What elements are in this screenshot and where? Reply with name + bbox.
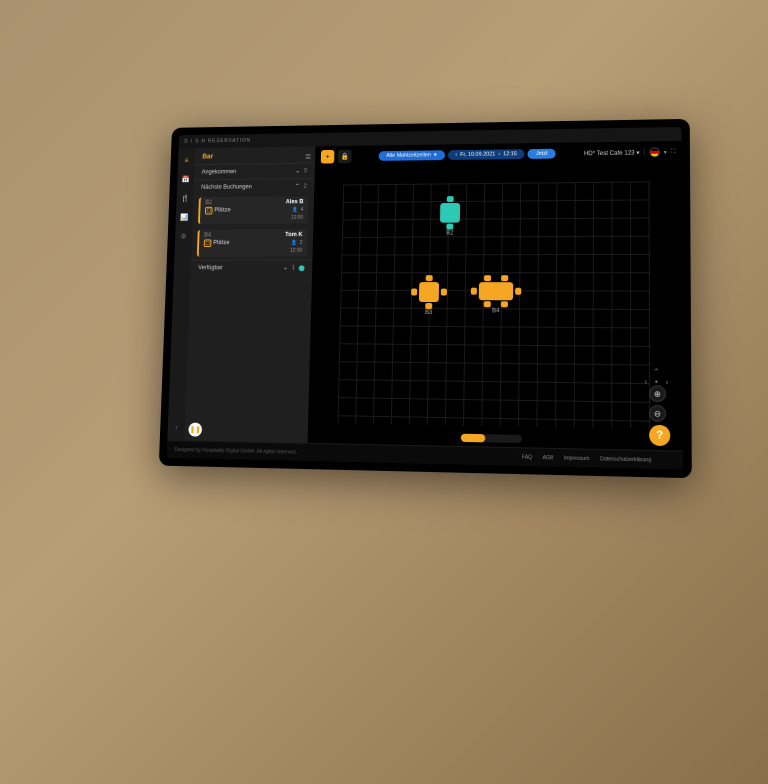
chevron-right-icon: ›: [498, 151, 500, 157]
upcoming-count: 2: [303, 183, 306, 189]
reservation-time: 12:00: [291, 215, 303, 221]
footer-link-impressum[interactable]: Impressum: [564, 455, 590, 462]
reservation-name: Tom K: [285, 232, 303, 238]
seats-label: Plätze: [213, 240, 230, 246]
app-screen: D I S H RESERVATION ≡ 📅 🍴 📊 ⚙ ‹ ≣ Bar An…: [167, 127, 684, 470]
seats-label: Plätze: [214, 208, 230, 214]
chevron-down-icon: ⌄: [283, 264, 288, 271]
footer-link-privacy[interactable]: Datenschutzerklärung: [600, 456, 651, 463]
sidebar-section-arrived[interactable]: Angekommen ⌄ 0: [194, 163, 315, 180]
available-count: 1: [292, 265, 295, 271]
footer-link-agb[interactable]: AGB: [542, 454, 553, 460]
arrived-label: Angekommen: [202, 169, 237, 175]
reservation-card[interactable]: B4 Tom K ▢ Plätze 👤 2 12:30: [197, 229, 308, 256]
rail-item-home[interactable]: ≡: [182, 156, 192, 166]
caret-icon: ▾: [434, 152, 437, 158]
zoom-controls: ⊕ ⊖ ?: [649, 385, 670, 446]
rail-item-calendar[interactable]: 📅: [181, 175, 191, 185]
table-label: B2: [446, 231, 453, 237]
sidebar-section-upcoming[interactable]: Nächste Buchungen ⌃ 2: [193, 178, 314, 195]
meal-filter-label: Alle Mahlzeitzeiten: [386, 152, 431, 158]
copyright: Designed by Hospitality Digital GmbH. Al…: [174, 447, 296, 456]
chevron-up-icon: ⌃: [295, 183, 300, 190]
reservation-card[interactable]: B2 Alex B ▢ Plätze 👤 4 12:00: [198, 196, 308, 224]
language-selector[interactable]: [649, 147, 659, 157]
date-label: Fr, 10.09.2021: [460, 152, 495, 158]
pause-icon: ❚❚: [189, 426, 200, 434]
sidebar-section-available[interactable]: Verfügbar ⌄ 1: [191, 259, 313, 275]
time-slider[interactable]: [461, 434, 522, 443]
reservation-guests: 4: [301, 207, 304, 213]
now-label: Jetzt: [536, 151, 548, 157]
table-badge-icon: ▢: [205, 207, 213, 215]
main-layout: ≡ 📅 🍴 📊 ⚙ ‹ ≣ Bar Angekommen ⌄ 0: [167, 141, 683, 451]
lock-button[interactable]: 🔒: [338, 150, 352, 164]
now-button[interactable]: Jetzt: [528, 149, 556, 159]
sidebar: ≣ Bar Angekommen ⌄ 0 Nächste Buchungen ⌃…: [184, 146, 315, 442]
zoom-in-icon: ⊕: [654, 389, 661, 398]
table-b3[interactable]: B3: [419, 282, 439, 316]
rail-item-settings[interactable]: ⚙: [179, 232, 189, 242]
zoom-in-button[interactable]: ⊕: [649, 385, 666, 402]
zoom-out-button[interactable]: ⊖: [649, 405, 666, 422]
help-icon: ?: [656, 429, 663, 442]
layers-icon[interactable]: ≣: [305, 152, 312, 161]
available-label: Verfügbar: [198, 265, 223, 271]
fullscreen-icon[interactable]: ⛶: [671, 149, 675, 156]
footer-link-faq[interactable]: FAQ: [522, 454, 532, 460]
add-button[interactable]: +: [321, 150, 335, 164]
meal-filter-dropdown[interactable]: Alle Mahlzeitzeiten ▾: [378, 150, 444, 161]
pan-up[interactable]: ⌃: [651, 367, 662, 377]
reservation-time: 12:30: [290, 248, 302, 254]
plus-icon: +: [326, 153, 330, 160]
lock-icon: 🔒: [341, 153, 350, 161]
reservation-table: B4: [204, 233, 211, 239]
floor-grid: B2 B3: [337, 181, 651, 429]
table-badge-icon: ▢: [204, 239, 212, 247]
arrived-count: 0: [304, 168, 307, 174]
table-label: B4: [492, 308, 499, 314]
table-b4[interactable]: B4: [479, 282, 514, 314]
person-icon: 👤: [291, 240, 297, 246]
help-button[interactable]: ?: [649, 425, 670, 446]
floor-canvas[interactable]: + 🔒 Alle Mahlzeitzeiten ▾ ‹ Fr, 10.09.20…: [308, 141, 684, 451]
laptop-frame: D I S H RESERVATION ≡ 📅 🍴 📊 ⚙ ‹ ≣ Bar An…: [159, 119, 692, 478]
restaurant-selector[interactable]: HD* Test Cafe 123 ▾: [584, 149, 640, 157]
table-b2[interactable]: B2: [440, 203, 460, 237]
person-icon: 👤: [292, 207, 298, 213]
chevron-down-icon: ⌄: [295, 168, 300, 175]
rail-item-reports[interactable]: 📊: [179, 213, 189, 223]
time-label: 12:15: [503, 151, 517, 157]
zoom-out-icon: ⊖: [654, 409, 661, 419]
sidebar-room-title[interactable]: Bar: [195, 146, 316, 164]
reservation-table: B2: [205, 200, 212, 206]
caret-icon: ▾: [664, 149, 667, 156]
caret-icon: ▾: [636, 150, 639, 156]
rail-collapse[interactable]: ‹: [171, 422, 181, 432]
chevron-left-icon: ‹: [455, 152, 457, 158]
date-picker[interactable]: ‹ Fr, 10.09.2021 › 12:15: [447, 149, 525, 160]
available-dot-icon: [299, 265, 305, 271]
reservation-guests: 2: [300, 240, 303, 246]
upcoming-label: Nächste Buchungen: [201, 184, 252, 190]
app-title: D I S H RESERVATION: [184, 138, 251, 145]
canvas-header: + 🔒 Alle Mahlzeitzeiten ▾ ‹ Fr, 10.09.20…: [315, 141, 682, 168]
table-label: B3: [425, 310, 432, 316]
pause-button[interactable]: ❚❚: [188, 423, 202, 437]
rail-item-menu[interactable]: 🍴: [180, 194, 190, 204]
reservation-name: Alex B: [286, 199, 304, 205]
